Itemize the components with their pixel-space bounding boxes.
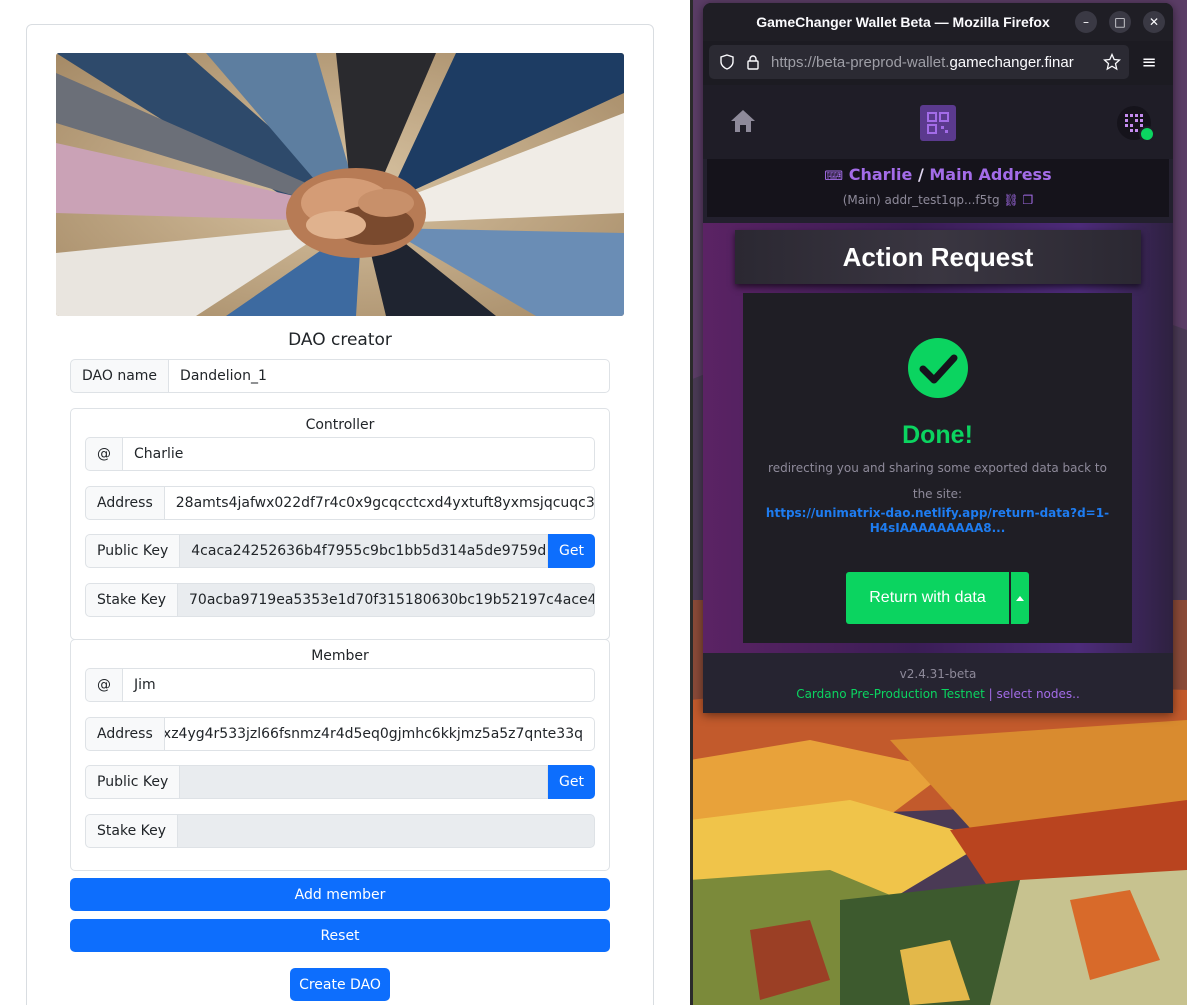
address-bar[interactable]: https://beta-preprod-wallet. gamechanger.…	[709, 45, 1129, 79]
return-with-data-button[interactable]: Return with data	[846, 572, 1009, 624]
address-short-row: (Main) addr_test1qp...f5tg ⛓ ❐	[703, 193, 1173, 207]
wallet-user-name[interactable]: Charlie	[849, 165, 913, 184]
copy-icon[interactable]: ❐	[1023, 193, 1034, 207]
member-address-group: Address vlxs5xz4yg4r533jzl66fsnmz4r4d5eq…	[85, 717, 595, 751]
public-key-label: Public Key	[85, 534, 181, 568]
controller-name-input[interactable]: Charlie	[123, 437, 595, 471]
member-name-group: @ Jim	[85, 668, 595, 702]
lock-icon[interactable]	[746, 54, 760, 70]
firefox-window: GameChanger Wallet Beta — Mozilla Firefo…	[703, 3, 1173, 713]
qr-scan-icon[interactable]	[920, 105, 956, 141]
member-stake-key-input[interactable]	[178, 814, 595, 848]
member-heading: Member	[311, 648, 369, 664]
url-domain: gamechanger.finar	[949, 53, 1074, 71]
controller-public-key-group: Public Key 4caca24252636b4f7955c9bc1bb5d…	[85, 534, 595, 568]
network-row: Cardano Pre-Production Testnet | select …	[703, 687, 1173, 701]
address-label: Address	[85, 717, 165, 751]
controller-address-group: Address 28amts4jafwx022df7r4c0x9gcqcctcx…	[85, 486, 595, 520]
window-divider	[690, 0, 693, 1005]
minimize-button[interactable]: –	[1075, 11, 1097, 33]
avatar-icon[interactable]	[1116, 105, 1156, 145]
wallet-footer	[703, 653, 1173, 713]
stake-key-label: Stake Key	[85, 814, 179, 848]
window-titlebar: GameChanger Wallet Beta — Mozilla Firefo…	[703, 3, 1173, 41]
add-member-button[interactable]: Add member	[70, 878, 610, 911]
link-icon[interactable]: ⛓	[1003, 193, 1018, 207]
close-window-button[interactable]: ✕	[1143, 11, 1165, 33]
wallet-version: v2.4.31-beta	[899, 667, 977, 681]
caret-up-icon	[1016, 596, 1024, 601]
maximize-button[interactable]: □	[1109, 11, 1131, 33]
redirect-message: redirecting you and sharing some exporte…	[768, 461, 1107, 501]
page-title: DAO creator	[288, 330, 392, 350]
name-separator: /	[917, 165, 924, 184]
url-text[interactable]: https://beta-preprod-wallet. gamechanger.…	[771, 45, 1097, 79]
dao-name-input[interactable]: Dandelion_1	[169, 359, 610, 393]
member-get-key-button[interactable]: Get	[548, 765, 595, 799]
team-hands-illustration	[56, 53, 624, 316]
controller-stake-key-group: Stake Key 70acba9719ea5353e1d70f31518063…	[85, 583, 595, 617]
member-name-input[interactable]: Jim	[123, 668, 595, 702]
controller-stake-key-input[interactable]: 70acba9719ea5353e1d70f315180630bc19b5219…	[178, 583, 595, 617]
address-label: Address	[85, 486, 165, 520]
controller-name-group: @ Charlie	[85, 437, 595, 471]
team-hands-image	[56, 53, 624, 316]
hamburger-menu-icon[interactable]: ≡	[1135, 48, 1163, 76]
member-public-key-group: Public Key Get	[85, 765, 595, 799]
network-name: Cardano Pre-Production Testnet	[796, 687, 985, 701]
check-circle-icon	[908, 338, 968, 398]
at-symbol: @	[85, 437, 123, 471]
bookmark-star-icon[interactable]	[1103, 53, 1121, 71]
controller-address-input[interactable]: 28amts4jafwx022df7r4c0x9gcqcctcxd4yxtuft…	[164, 486, 595, 520]
return-data-link[interactable]: https://unimatrix-dao.netlify.app/return…	[763, 506, 1112, 536]
dao-creator-page: DAO creator DAO name Dandelion_1 Control…	[0, 0, 690, 1005]
return-options-toggle[interactable]	[1011, 572, 1029, 624]
gamechanger-wallet-app: ⌨ Charlie / Main Address (Main) addr_tes…	[703, 85, 1173, 713]
done-label: Done!	[902, 421, 973, 449]
controller-get-key-button[interactable]: Get	[548, 534, 595, 568]
window-title: GameChanger Wallet Beta — Mozilla Firefo…	[756, 14, 1050, 30]
address-short: (Main) addr_test1qp...f5tg	[842, 193, 1000, 207]
controller-public-key-input[interactable]: 4caca24252636b4f7955c9bc1bb5d314a5de9759…	[180, 534, 548, 568]
url-prefix: https://beta-preprod-wallet.	[771, 53, 950, 71]
dao-name-label: DAO name	[70, 359, 170, 393]
member-stake-key-group: Stake Key	[85, 814, 595, 848]
reset-button[interactable]: Reset	[70, 919, 610, 952]
member-address-input[interactable]: vlxs5xz4yg4r533jzl66fsnmz4r4d5eq0gjmhc6k…	[164, 717, 595, 751]
wallet-address-name[interactable]: Main Address	[929, 165, 1051, 184]
public-key-label: Public Key	[85, 765, 181, 799]
shield-icon[interactable]	[719, 54, 735, 70]
home-icon[interactable]	[729, 108, 757, 134]
network-separator: |	[988, 687, 993, 701]
select-nodes-link[interactable]: select nodes..	[996, 687, 1079, 701]
wallet-user-address[interactable]: ⌨ Charlie / Main Address	[703, 165, 1173, 184]
dao-name-group: DAO name Dandelion_1	[70, 359, 610, 393]
stake-key-label: Stake Key	[85, 583, 179, 617]
controller-heading: Controller	[305, 417, 375, 433]
keyboard-icon: ⌨	[824, 169, 844, 184]
member-public-key-input[interactable]	[180, 765, 548, 799]
action-request-title: Action Request	[735, 230, 1141, 284]
at-symbol: @	[85, 668, 123, 702]
create-dao-button[interactable]: Create DAO	[290, 968, 390, 1001]
